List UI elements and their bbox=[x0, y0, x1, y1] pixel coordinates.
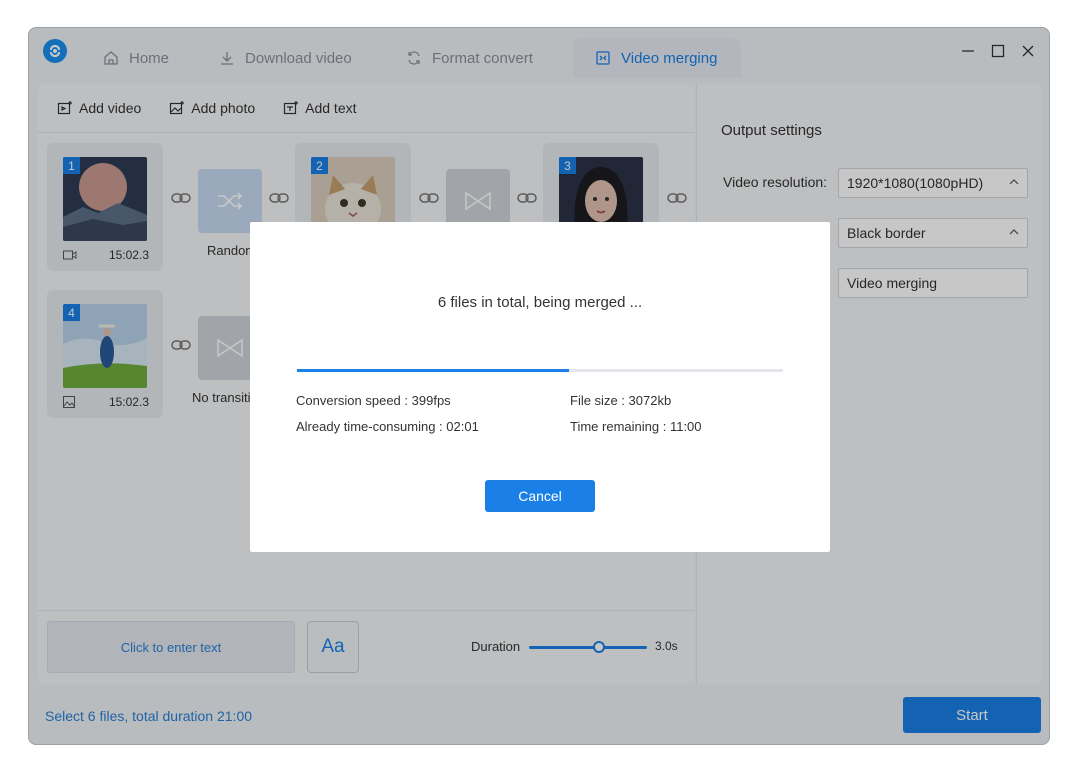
file-size: File size : 3072kb bbox=[570, 393, 671, 408]
conversion-speed: Conversion speed : 399fps bbox=[296, 393, 451, 408]
conversion-speed-label: Conversion speed : bbox=[296, 393, 409, 408]
elapsed-time-value: 02:01 bbox=[446, 419, 479, 434]
file-size-label: File size : bbox=[570, 393, 625, 408]
progress-fill bbox=[297, 369, 570, 372]
dialog-title: 6 files in total, being merged ... bbox=[437, 294, 643, 311]
time-remaining: Time remaining : 11:00 bbox=[570, 419, 702, 434]
time-remaining-label: Time remaining : bbox=[570, 419, 667, 434]
cancel-button[interactable]: Cancel bbox=[485, 480, 595, 512]
elapsed-time: Already time-consuming : 02:01 bbox=[296, 419, 479, 434]
modal-overlay: 6 files in total, being merged ... Conve… bbox=[0, 0, 1080, 770]
merge-progress-dialog: 6 files in total, being merged ... Conve… bbox=[250, 222, 830, 552]
file-size-value: 3072kb bbox=[628, 393, 672, 408]
progress-bar bbox=[297, 369, 783, 372]
elapsed-time-label: Already time-consuming : bbox=[296, 419, 443, 434]
conversion-speed-value: 399fps bbox=[411, 393, 451, 408]
time-remaining-value: 11:00 bbox=[669, 419, 702, 434]
